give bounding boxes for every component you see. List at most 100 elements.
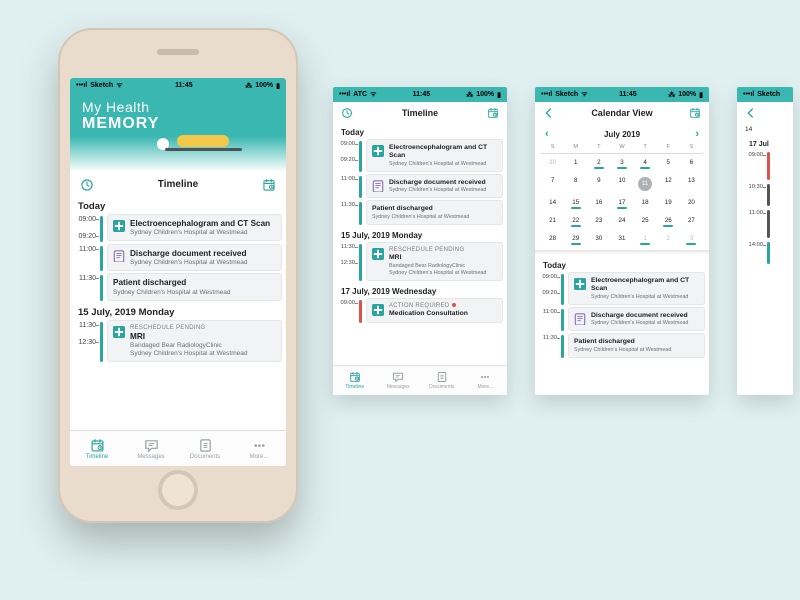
event-row[interactable]: 09:0009:20 Electroencephalogram and CT S… [535, 272, 709, 307]
event-row[interactable]: 11:30 Patient dischargedSydney Children'… [333, 200, 507, 227]
rail [100, 322, 103, 362]
calendar-day[interactable]: 11 [634, 174, 657, 194]
status-bar: •••ılSketchᯤ 11:45 ⁂100%▮ [70, 78, 286, 93]
calendar-day[interactable]: 24 [610, 214, 633, 230]
calendar-day[interactable]: 10 [610, 174, 633, 194]
event-row[interactable]: 09:0009:20 Electroencephalogram and CT S… [70, 214, 286, 244]
event-row[interactable]: 11:3012:30 RESCHEDULE PENDINGMRI Bandage… [333, 242, 507, 283]
documents-icon [198, 438, 213, 453]
calendar-day[interactable]: 3 [680, 232, 703, 248]
screen-home: •••ılSketchᯤ 11:45 ⁂100%▮ My Health MEMO… [70, 78, 286, 466]
back-icon[interactable] [543, 107, 555, 119]
screen-clipped: •••ılSketch 14 17 Jul 09:00 10:30 11:00 … [737, 87, 793, 395]
nav-bar: Calendar View [535, 102, 709, 124]
section-jul15: 15 July, 2019 Monday [70, 303, 286, 320]
calendar-day[interactable]: 31 [610, 232, 633, 248]
calendar-day[interactable]: 7 [541, 174, 564, 194]
alert-dot [452, 303, 456, 307]
calendar-day[interactable]: 25 [634, 214, 657, 230]
calendar-day[interactable]: 17 [610, 196, 633, 212]
calendar-day[interactable]: 23 [587, 214, 610, 230]
app-title-1: My Health [82, 99, 274, 115]
back-icon[interactable] [745, 107, 757, 119]
section-jul15: 15 July, 2019 Monday [333, 227, 507, 242]
event-row[interactable]: 11:30 Patient dischargedSydney Children'… [535, 333, 709, 360]
rail [100, 216, 103, 242]
medical-icon [113, 326, 125, 338]
calendar-icon [90, 438, 105, 453]
section-today: Today [70, 197, 286, 214]
app-title-2: MEMORY [82, 115, 274, 133]
nav-bar: Timeline [333, 102, 507, 124]
event-row[interactable]: 09:0009:20 Electroencephalogram and CT S… [333, 139, 507, 174]
iphone-device: •••ılSketchᯤ 11:45 ⁂100%▮ My Health MEMO… [58, 28, 298, 523]
calendar-day[interactable]: 28 [541, 232, 564, 248]
status-bar: •••ılSketchᯤ 11:45 ⁂100%▮ [535, 87, 709, 102]
event-row[interactable]: 11:00 Discharge document receivedSydney … [535, 307, 709, 334]
calendar-day[interactable]: 8 [564, 174, 587, 194]
status-bar: •••ılATCᯤ 11:45 ⁂100%▮ [333, 87, 507, 102]
calendar-day[interactable]: 4 [634, 156, 657, 172]
calendar-grid[interactable]: SMTWTFS301234567891011121314151617181920… [541, 142, 703, 248]
calendar-day[interactable]: 26 [657, 214, 680, 230]
prev-month[interactable]: ‹ [545, 128, 549, 140]
tab-messages[interactable]: Messages [124, 431, 178, 466]
calendar-day[interactable]: 6 [680, 156, 703, 172]
event-row[interactable]: 11:30 Patient dischargedSydney Children'… [70, 273, 286, 302]
calendar-day[interactable]: 27 [680, 214, 703, 230]
calendar-day[interactable]: 1 [564, 156, 587, 172]
tab-documents[interactable]: Documents [420, 366, 464, 395]
event-row[interactable]: 09:00 ACTION REQUIRED Medication Consult… [333, 298, 507, 325]
event-row[interactable]: 11:00 Discharge document receivedSydney … [70, 244, 286, 273]
event-row[interactable]: 11:3012:30 RESCHEDULE PENDINGMRI Bandage… [70, 320, 286, 364]
calendar-day[interactable]: 9 [587, 174, 610, 194]
medical-icon [372, 304, 384, 316]
medical-icon [372, 145, 384, 157]
history-icon[interactable] [341, 107, 353, 119]
calendar-day[interactable]: 22 [564, 214, 587, 230]
section-jul17: 17 Jul [741, 137, 793, 150]
calendar-icon[interactable] [487, 107, 499, 119]
tab-documents[interactable]: Documents [178, 431, 232, 466]
calendar-day[interactable]: 3 [610, 156, 633, 172]
tab-more[interactable]: More... [232, 431, 286, 466]
calendar-day[interactable]: 18 [634, 196, 657, 212]
calendar-day[interactable]: 2 [587, 156, 610, 172]
rail [100, 275, 103, 300]
tab-more[interactable]: More... [464, 366, 508, 395]
tab-messages[interactable]: Messages [377, 366, 421, 395]
calendar-day[interactable]: 21 [541, 214, 564, 230]
document-icon [372, 180, 384, 192]
tab-timeline[interactable]: Timeline [333, 366, 377, 395]
calendar-day[interactable]: 15 [564, 196, 587, 212]
tab-bar: Timeline Messages Documents More... [333, 365, 507, 395]
subheader: Timeline [70, 172, 286, 197]
calendar-day[interactable]: 14 [541, 196, 564, 212]
medical-icon [113, 220, 125, 232]
calendar-day[interactable]: 29 [564, 232, 587, 248]
calendar: ‹ July 2019 › SMTWTFS3012345678910111213… [535, 124, 709, 258]
calendar-day[interactable]: 2 [657, 232, 680, 248]
section-today: Today [535, 258, 709, 272]
calendar-day[interactable]: 20 [680, 196, 703, 212]
calendar-icon[interactable] [262, 178, 276, 192]
event-row[interactable]: 11:00 Discharge document receivedSydney … [333, 174, 507, 201]
calendar-day[interactable]: 19 [657, 196, 680, 212]
hero-art-bar [177, 135, 229, 147]
screen-title: Timeline [158, 179, 198, 190]
calendar-icon[interactable] [689, 107, 701, 119]
calendar-day[interactable]: 30 [541, 156, 564, 172]
history-icon[interactable] [80, 178, 94, 192]
tab-bar: Timeline Messages Documents More... [70, 430, 286, 466]
next-month[interactable]: › [695, 128, 699, 140]
message-icon [144, 438, 159, 453]
calendar-day[interactable]: 30 [587, 232, 610, 248]
screen-timeline: •••ılATCᯤ 11:45 ⁂100%▮ Timeline Today 09… [333, 87, 507, 395]
calendar-day[interactable]: 5 [657, 156, 680, 172]
calendar-day[interactable]: 1 [634, 232, 657, 248]
calendar-day[interactable]: 12 [657, 174, 680, 194]
calendar-day[interactable]: 13 [680, 174, 703, 194]
more-icon [252, 438, 267, 453]
tab-timeline[interactable]: Timeline [70, 431, 124, 466]
calendar-day[interactable]: 16 [587, 196, 610, 212]
